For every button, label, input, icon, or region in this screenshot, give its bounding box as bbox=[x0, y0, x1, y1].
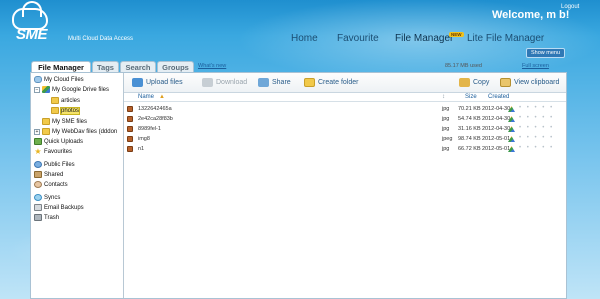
copy-button[interactable]: Copy bbox=[459, 78, 489, 87]
globe-icon bbox=[34, 161, 42, 168]
file-list-area: Upload files Download Share Create folde… bbox=[124, 73, 566, 298]
share-button[interactable]: Share bbox=[258, 78, 291, 87]
trash-icon bbox=[34, 214, 42, 221]
download-icon bbox=[202, 78, 213, 87]
create-folder-button[interactable]: Create folder bbox=[304, 78, 358, 87]
table-row[interactable]: 8989fel-1 jpg 31.16 KB 2012-04-30 • • • … bbox=[124, 124, 566, 134]
whats-new-link[interactable]: What's new bbox=[198, 63, 226, 69]
rating-dots[interactable]: • • • • • bbox=[519, 145, 554, 151]
view-clipboard-button[interactable]: View clipboard bbox=[500, 78, 559, 87]
nav-home[interactable]: Home bbox=[291, 33, 318, 44]
tab-tags[interactable]: Tags bbox=[92, 61, 119, 72]
upload-icon bbox=[132, 78, 143, 87]
rating-dots[interactable]: • • • • • bbox=[519, 125, 554, 131]
tree-public-files[interactable]: Public Files bbox=[34, 161, 75, 168]
storage-usage: 85.17 MB used bbox=[445, 63, 482, 69]
sort-asc-icon: ▲ bbox=[159, 94, 165, 100]
tree-contacts[interactable]: Contacts bbox=[34, 181, 68, 188]
rating-dots[interactable]: • • • • • bbox=[519, 115, 554, 121]
tagline: Multi Cloud Data Access bbox=[68, 36, 134, 42]
download-button[interactable]: Download bbox=[202, 78, 247, 87]
rating-dots[interactable]: • • • • • bbox=[519, 135, 554, 141]
share-icon bbox=[258, 78, 269, 87]
clipboard-icon bbox=[500, 78, 511, 87]
table-header: Name ▲ ↕ Size Created bbox=[124, 93, 566, 102]
tree-email-backups[interactable]: Email Backups bbox=[34, 204, 84, 211]
image-file-icon bbox=[127, 106, 133, 112]
folder-icon bbox=[51, 97, 59, 104]
star-icon: ★ bbox=[34, 147, 42, 156]
tree-quick-uploads[interactable]: Quick Uploads bbox=[34, 138, 83, 145]
tree-syncs[interactable]: Syncs bbox=[34, 194, 60, 201]
copy-icon bbox=[459, 78, 470, 87]
column-name[interactable]: Name bbox=[138, 94, 154, 100]
sme-logo[interactable]: SME bbox=[8, 1, 58, 44]
tree-my-cloud-files[interactable]: My Cloud Files bbox=[34, 76, 84, 83]
contacts-icon bbox=[34, 181, 42, 188]
table-row[interactable]: 2e42ca28f83b jpg 54.74 KB 2012-04-30 • •… bbox=[124, 114, 566, 124]
expand-icon[interactable]: + bbox=[34, 128, 40, 135]
image-file-icon bbox=[127, 136, 133, 142]
column-size[interactable]: Size bbox=[465, 94, 477, 100]
table-row[interactable]: 1322642465a jpg 70.21 KB 2012-04-30 • • … bbox=[124, 104, 566, 114]
tree-sme-files[interactable]: My SME files bbox=[42, 118, 87, 125]
sort-icon: ↕ bbox=[442, 94, 445, 100]
tree-articles[interactable]: articles bbox=[51, 97, 80, 104]
image-file-icon bbox=[127, 126, 133, 132]
folder-icon bbox=[51, 107, 59, 114]
show-menu-button[interactable]: Show menu bbox=[526, 48, 566, 58]
nav-file-manager[interactable]: File Manager bbox=[395, 33, 453, 44]
email-icon bbox=[34, 204, 42, 211]
table-row[interactable]: n1 jpg 66.72 KB 2012-05-01 • • • • • bbox=[124, 144, 566, 154]
upload-icon bbox=[34, 138, 42, 145]
tab-groups[interactable]: Groups bbox=[157, 61, 194, 72]
folder-icon bbox=[42, 118, 50, 125]
tree-shared[interactable]: Shared bbox=[34, 171, 63, 178]
upload-files-button[interactable]: Upload files bbox=[132, 78, 183, 87]
full-screen-link[interactable]: Full screen bbox=[522, 63, 549, 69]
tree-webdav[interactable]: + My WebDav files (dddon bbox=[34, 128, 117, 135]
tree-trash[interactable]: Trash bbox=[34, 214, 59, 221]
table-row[interactable]: img8 jpeg 98.74 KB 2012-05-01 • • • • • bbox=[124, 134, 566, 144]
logout-link[interactable]: Logout bbox=[561, 4, 579, 10]
toolbar: Upload files Download Share Create folde… bbox=[124, 73, 566, 93]
column-created[interactable]: Created bbox=[488, 94, 509, 100]
cloud-icon bbox=[34, 76, 42, 83]
image-file-icon bbox=[127, 146, 133, 152]
welcome-text: Welcome, m b! bbox=[492, 9, 570, 21]
nav-favourite[interactable]: Favourite bbox=[337, 33, 379, 44]
tree-photos[interactable]: photos bbox=[51, 106, 81, 115]
folder-tree: My Cloud Files − My Google Drive files a… bbox=[31, 73, 124, 298]
file-manager-panel: My Cloud Files − My Google Drive files a… bbox=[30, 72, 567, 299]
tab-search[interactable]: Search bbox=[120, 61, 156, 72]
new-badge: NEW bbox=[449, 32, 464, 37]
collapse-icon[interactable]: − bbox=[34, 86, 40, 93]
nav-lite-file-manager[interactable]: Lite File Manager bbox=[467, 33, 544, 44]
google-drive-icon bbox=[42, 86, 50, 93]
new-folder-icon bbox=[304, 78, 315, 87]
tree-favourites[interactable]: ★ Favourites bbox=[34, 148, 72, 156]
sync-icon bbox=[34, 194, 42, 201]
tree-google-drive[interactable]: − My Google Drive files bbox=[34, 86, 109, 93]
brand-name: SME bbox=[16, 26, 48, 43]
folder-icon bbox=[42, 128, 50, 135]
shared-folder-icon bbox=[34, 171, 42, 178]
image-file-icon bbox=[127, 116, 133, 122]
rating-dots[interactable]: • • • • • bbox=[519, 105, 554, 111]
